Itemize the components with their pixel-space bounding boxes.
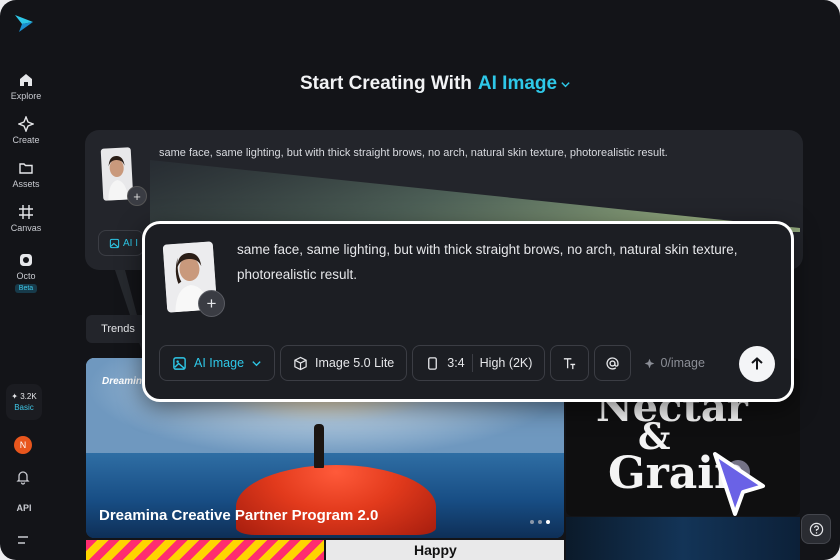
add-reference-button[interactable]: + [198, 290, 225, 317]
help-button[interactable] [801, 514, 831, 544]
plan-label: Basic [14, 403, 34, 412]
ratio-quality-selector[interactable]: 3:4 High (2K) [412, 345, 546, 381]
folder-icon [19, 163, 33, 174]
card-brand-logo: Dreamina [102, 376, 148, 387]
avatar[interactable]: N [14, 436, 32, 454]
sidebar-item-explore[interactable]: Explore [0, 72, 52, 101]
arrow-up-icon [751, 357, 763, 370]
sidebar-item-octo[interactable]: Octo Beta [0, 252, 52, 293]
prompt-toolbar: AI Image Image 5.0 Lite 3:4 High (2K) 0/… [159, 345, 707, 381]
beta-badge: Beta [14, 284, 38, 293]
mode-chip-label: AI I [123, 237, 139, 249]
mode-selector[interactable]: AI Image [159, 345, 276, 381]
dreamina-logo[interactable] [13, 12, 35, 34]
title-prefix: Start Creating With [300, 73, 472, 94]
card-title: Dreamina Creative Partner Program 2.0 [99, 507, 379, 524]
divider [471, 354, 473, 372]
card-image-figure [314, 424, 324, 468]
prompt-panel[interactable]: + same face, same lighting, but with thi… [142, 221, 794, 402]
sidebar-item-canvas[interactable]: Canvas [0, 204, 52, 233]
card-happy-text: Happy [414, 542, 457, 558]
aspect-ratio-icon [428, 356, 438, 370]
sparkle-icon [645, 358, 655, 368]
cost-label: 0/image [660, 356, 705, 370]
api-link[interactable]: API [0, 503, 48, 513]
sidebar-item-create[interactable]: Create [0, 116, 52, 145]
canvas-icon [19, 205, 33, 219]
sidebar-item-assets[interactable]: Assets [0, 160, 52, 189]
bell-icon[interactable] [15, 469, 31, 485]
credits-amount: ✦ 3.2K [11, 392, 37, 401]
credits-badge[interactable]: ✦ 3.2K Basic [6, 384, 42, 420]
carousel-dot[interactable] [538, 520, 542, 524]
sidebar-item-label: Assets [12, 179, 40, 189]
cursor-pointer-icon [713, 452, 765, 516]
sidebar-item-label: Octo [16, 271, 36, 281]
generate-button[interactable] [739, 346, 775, 382]
gallery-card-stripes[interactable] [86, 540, 324, 560]
carousel-dot[interactable] [530, 520, 534, 524]
mode-dropdown[interactable]: AI Image [478, 73, 571, 95]
cube-icon [294, 356, 307, 370]
add-reference-button[interactable]: + [127, 186, 147, 206]
mode-label: AI Image [477, 73, 558, 94]
chevron-down-icon [252, 360, 261, 366]
carousel-dot-active[interactable] [546, 520, 550, 524]
page-title: Start Creating With AI Image [300, 73, 571, 95]
mode-chip[interactable]: AI I [98, 230, 144, 256]
prompt-text[interactable]: same face, same lighting, but with thick… [159, 147, 668, 159]
sparkle-icon [18, 116, 34, 132]
app-window: Explore Create Assets Canvas Octo Beta ✦… [0, 0, 840, 560]
gallery-card-happy[interactable]: Happy [326, 540, 564, 560]
mention-button[interactable] [594, 345, 632, 381]
image-icon [109, 238, 120, 248]
sidebar-item-label: Explore [10, 91, 42, 101]
menu-icon[interactable] [15, 532, 31, 548]
mode-selector-label: AI Image [194, 356, 245, 370]
carousel-dots[interactable] [530, 520, 550, 524]
home-icon [20, 74, 32, 86]
sidebar-item-label: Create [12, 135, 40, 145]
text-size-icon [564, 357, 576, 369]
tab-trends[interactable]: Trends [86, 315, 150, 343]
ratio-label: 3:4 [447, 356, 465, 370]
text-style-button[interactable] [550, 345, 590, 381]
sidebar-item-label: Canvas [10, 223, 42, 233]
quality-label: High (2K) [479, 356, 533, 370]
prompt-textarea[interactable]: same face, same lighting, but with thick… [237, 237, 777, 287]
image-icon [173, 356, 186, 370]
sidebar: Explore Create Assets Canvas Octo Beta ✦… [0, 0, 52, 560]
chevron-down-icon [561, 81, 570, 87]
model-label: Image 5.0 Lite [315, 356, 395, 370]
at-sign-icon [606, 356, 620, 370]
help-icon [809, 522, 823, 536]
octo-icon [20, 254, 32, 266]
cost-indicator: 0/image [636, 356, 706, 370]
model-selector[interactable]: Image 5.0 Lite [280, 345, 408, 381]
